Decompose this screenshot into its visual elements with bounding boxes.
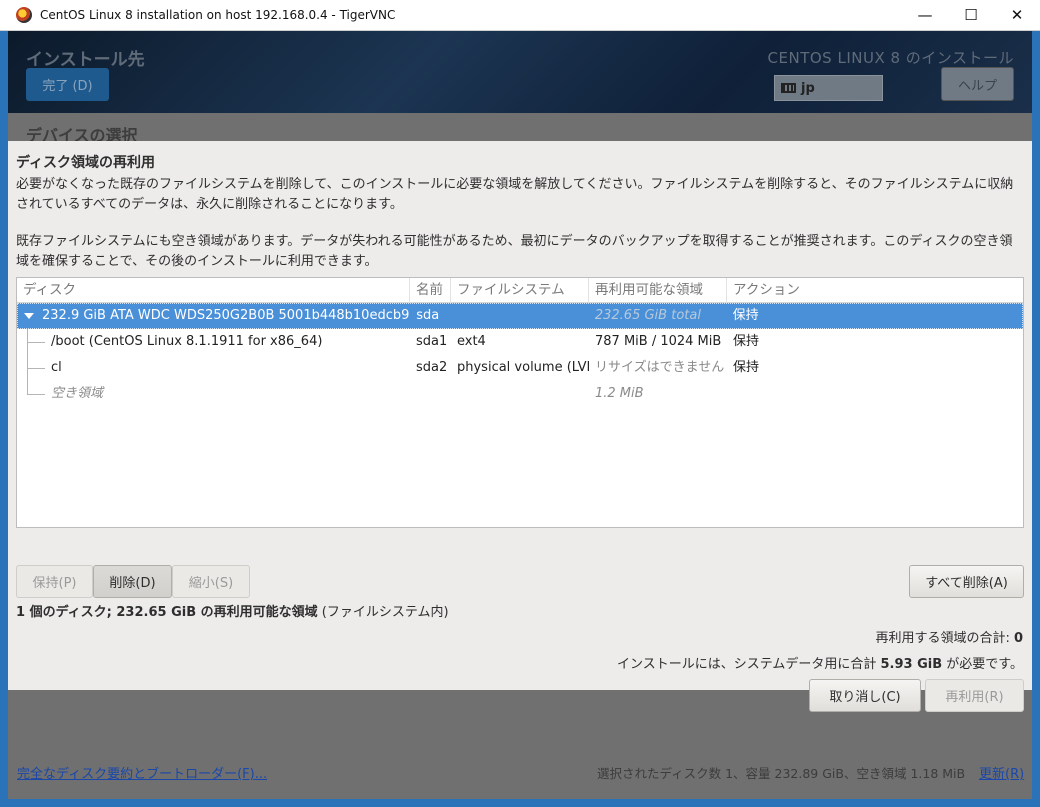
row-name: sda	[416, 308, 440, 323]
dialog-description: 必要がなくなった既存のファイルシステムを削除して、このインストールに必要な領域を…	[16, 177, 1014, 212]
required-prefix: インストールには、システムデータ用に合計	[617, 657, 881, 672]
refresh-link[interactable]: 更新(R)	[979, 763, 1024, 782]
column-filesystem[interactable]: ファイルシステム	[451, 278, 589, 303]
keyboard-layout-label: jp	[801, 80, 815, 96]
row-name	[410, 381, 451, 407]
table-row-sda1[interactable]: /boot (CentOS Linux 8.1.1911 for x86_64)…	[17, 329, 1023, 355]
row-disk: /boot (CentOS Linux 8.1.1911 for x86_64)	[51, 334, 323, 349]
row-reclaimable: リサイズはできません	[595, 360, 725, 375]
reclaimable-summary: 1 個のディスク; 232.65 GiB の再利用可能な領域 (ファイルシステム…	[16, 601, 449, 620]
window-controls: — ☐ ✕	[902, 0, 1040, 30]
required-value: 5.93 GiB	[880, 657, 943, 672]
row-reclaimable: 787 MiB / 1024 MiB	[595, 334, 722, 349]
column-name[interactable]: 名前	[410, 278, 451, 303]
dialog-heading: ディスク領域の再利用	[16, 155, 156, 171]
summary-rest: (ファイルシステム内)	[317, 605, 449, 620]
shrink-button[interactable]: 縮小(S)	[172, 565, 250, 598]
preserve-button[interactable]: 保持(P)	[16, 565, 93, 598]
minimize-button[interactable]: —	[902, 0, 948, 30]
close-button[interactable]: ✕	[994, 0, 1040, 30]
disk-tree-view[interactable]: ディスク 名前 ファイルシステム 再利用可能な領域 アクション 232.9 Gi…	[16, 277, 1024, 528]
dialog-free-space-note: 既存ファイルシステムにも空き領域があります。データが失われる可能性があるため、最…	[16, 234, 1013, 269]
window-titlebar: CentOS Linux 8 installation on host 192.…	[0, 0, 1040, 31]
column-disk[interactable]: ディスク	[17, 278, 410, 303]
expander-arrow-icon[interactable]	[24, 312, 34, 319]
table-row-disk-sda[interactable]: 232.9 GiB ATA WDC WDS250G2B0B 5001b448b1…	[17, 303, 1023, 329]
column-reclaimable[interactable]: 再利用可能な領域	[589, 278, 727, 303]
reclaim-total-value: 0	[1013, 631, 1023, 646]
spoke-title: インストール先	[26, 50, 145, 70]
row-reclaimable: 1.2 MiB	[595, 386, 644, 401]
cancel-button[interactable]: 取り消し(C)	[809, 679, 921, 712]
window-title: CentOS Linux 8 installation on host 192.…	[40, 8, 396, 22]
row-fs	[451, 303, 589, 329]
tree-connector	[27, 355, 47, 381]
summary-bold: 1 個のディスク; 232.65 GiB の再利用可能な領域	[16, 605, 318, 620]
reclaim-button[interactable]: 再利用(R)	[925, 679, 1024, 712]
row-action: 保持	[732, 308, 759, 323]
table-row-free-space[interactable]: 空き領域 1.2 MiB	[17, 381, 1023, 407]
row-name: sda2	[416, 360, 448, 375]
row-disk: 空き領域	[51, 386, 104, 401]
reclaim-total: 再利用する領域の合計: 0	[875, 627, 1023, 646]
tree-connector	[27, 381, 47, 407]
reclaim-total-label: 再利用する領域の合計:	[875, 631, 1014, 646]
column-action[interactable]: アクション	[727, 278, 1023, 303]
row-name: sda1	[416, 334, 448, 349]
row-fs: physical volume (LVM)	[457, 360, 589, 375]
selected-disks-status: 選択されたディスク数 1、容量 232.89 GiB、空き領域 1.18 MiB	[597, 766, 966, 781]
keyboard-icon	[781, 83, 796, 93]
reclaim-space-dialog: ディスク領域の再利用 必要がなくなった既存のファイルシステムを削除して、このイン…	[8, 141, 1032, 712]
vnc-viewport: インストール先 完了 (D) CENTOS LINUX 8 のインストール jp…	[8, 31, 1032, 799]
product-title: CENTOS LINUX 8 のインストール	[767, 49, 1014, 67]
table-row-sda2[interactable]: cl sda2 physical volume (LVM) リサイズはできません…	[17, 355, 1023, 381]
row-action: 保持	[733, 334, 760, 349]
row-disk: cl	[51, 360, 62, 375]
delete-all-button[interactable]: すべて削除(A)	[909, 565, 1024, 598]
installer-header: インストール先 完了 (D) CENTOS LINUX 8 のインストール jp…	[8, 31, 1032, 113]
space-required: インストールには、システムデータ用に合計 5.93 GiB が必要です。	[617, 653, 1023, 672]
row-reclaimable: 232.65 GiB total	[594, 308, 701, 323]
delete-button[interactable]: 削除(D)	[93, 565, 172, 598]
tree-header: ディスク 名前 ファイルシステム 再利用可能な領域 アクション	[17, 278, 1023, 303]
row-action	[727, 381, 1023, 407]
keyboard-layout-indicator[interactable]: jp	[774, 75, 883, 101]
required-suffix: が必要です。	[942, 657, 1023, 672]
maximize-button[interactable]: ☐	[948, 0, 994, 30]
row-disk: 232.9 GiB ATA WDC WDS250G2B0B 5001b448b1…	[42, 308, 410, 323]
row-action: 保持	[733, 360, 760, 375]
disk-summary-link[interactable]: 完全なディスク要約とブートローダー(F)...	[17, 763, 267, 782]
tigervnc-app-icon	[16, 7, 32, 23]
row-fs	[451, 381, 589, 407]
done-button[interactable]: 完了 (D)	[26, 68, 109, 101]
help-button[interactable]: ヘルプ	[941, 67, 1014, 101]
row-fs: ext4	[457, 334, 486, 349]
tree-connector	[27, 329, 47, 355]
